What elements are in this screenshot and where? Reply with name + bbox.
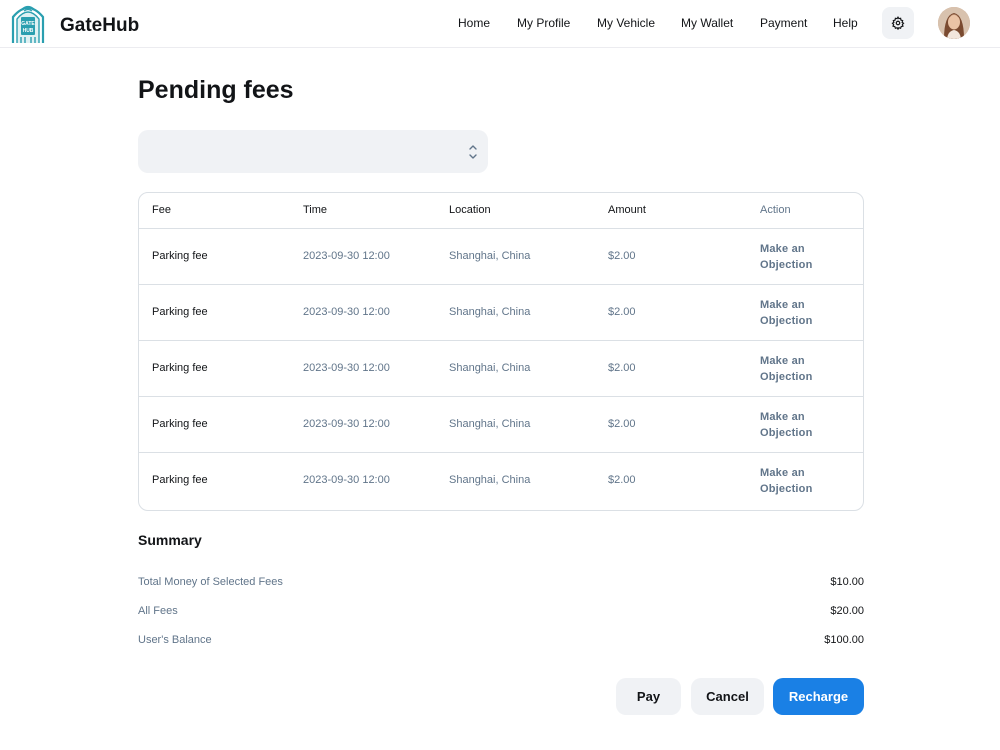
header-fee: Fee — [152, 204, 171, 216]
settings-button[interactable] — [882, 7, 914, 39]
avatar-portrait-icon — [938, 7, 970, 39]
nav-help[interactable]: Help — [833, 16, 858, 30]
cell-fee: Parking fee — [152, 250, 208, 262]
table-header: Fee Time Location Amount Action — [139, 193, 863, 229]
nav-home[interactable]: Home — [458, 16, 490, 30]
cell-location: Shanghai, China — [449, 250, 531, 262]
cell-location: Shanghai, China — [449, 418, 531, 430]
user-avatar[interactable] — [938, 7, 970, 39]
make-objection-link[interactable]: Make an Objection — [760, 297, 830, 329]
table-row: Parking fee 2023-09-30 12:00 Shanghai, C… — [139, 341, 863, 397]
nav-payment[interactable]: Payment — [760, 16, 807, 30]
header-time: Time — [303, 204, 328, 216]
summary-row-user-balance: User's Balance $100.00 — [138, 634, 864, 652]
cell-fee: Parking fee — [152, 474, 208, 486]
top-header: GATE HUB GateHub Home My Profile My Vehi… — [0, 0, 1000, 48]
cell-location: Shanghai, China — [449, 362, 531, 374]
table-row: Parking fee 2023-09-30 12:00 Shanghai, C… — [139, 397, 863, 453]
pay-button[interactable]: Pay — [616, 678, 681, 715]
cell-amount: $2.00 — [608, 418, 636, 430]
make-objection-link[interactable]: Make an Objection — [760, 465, 830, 497]
cell-fee: Parking fee — [152, 306, 208, 318]
summary-label: Total Money of Selected Fees — [138, 576, 283, 588]
cell-time: 2023-09-30 12:00 — [303, 418, 390, 430]
make-objection-link[interactable]: Make an Objection — [760, 409, 830, 441]
cell-location: Shanghai, China — [449, 306, 531, 318]
summary-value: $20.00 — [830, 605, 864, 617]
nav-my-vehicle[interactable]: My Vehicle — [597, 16, 655, 30]
header-action: Action — [760, 204, 791, 216]
fee-filter-select[interactable] — [138, 130, 488, 173]
cell-amount: $2.00 — [608, 474, 636, 486]
cell-time: 2023-09-30 12:00 — [303, 362, 390, 374]
cell-location: Shanghai, China — [449, 474, 531, 486]
cell-amount: $2.00 — [608, 250, 636, 262]
make-objection-link[interactable]: Make an Objection — [760, 241, 830, 273]
nav-my-profile[interactable]: My Profile — [517, 16, 570, 30]
summary-value: $10.00 — [830, 576, 864, 588]
table-row: Parking fee 2023-09-30 12:00 Shanghai, C… — [139, 453, 863, 509]
cell-amount: $2.00 — [608, 306, 636, 318]
cell-time: 2023-09-30 12:00 — [303, 250, 390, 262]
pending-fees-table: Fee Time Location Amount Action Parking … — [138, 192, 864, 511]
cell-time: 2023-09-30 12:00 — [303, 306, 390, 318]
table-row: Parking fee 2023-09-30 12:00 Shanghai, C… — [139, 229, 863, 285]
make-objection-link[interactable]: Make an Objection — [760, 353, 830, 385]
summary-label: All Fees — [138, 605, 178, 617]
cell-fee: Parking fee — [152, 418, 208, 430]
summary-row-selected-total: Total Money of Selected Fees $10.00 — [138, 576, 864, 594]
chevron-up-down-icon — [469, 145, 477, 159]
cell-fee: Parking fee — [152, 362, 208, 374]
nav-my-wallet[interactable]: My Wallet — [681, 16, 733, 30]
header-amount: Amount — [608, 204, 646, 216]
gear-icon — [891, 16, 905, 30]
svg-text:HUB: HUB — [23, 28, 34, 34]
cancel-button[interactable]: Cancel — [691, 678, 764, 715]
recharge-button[interactable]: Recharge — [773, 678, 864, 715]
summary-title: Summary — [138, 532, 202, 548]
summary-label: User's Balance — [138, 634, 212, 646]
header-location: Location — [449, 204, 491, 216]
table-row: Parking fee 2023-09-30 12:00 Shanghai, C… — [139, 285, 863, 341]
cell-amount: $2.00 — [608, 362, 636, 374]
summary-row-all-fees: All Fees $20.00 — [138, 605, 864, 623]
svg-text:GATE: GATE — [21, 21, 35, 27]
gatehub-logo-icon[interactable]: GATE HUB — [10, 3, 46, 45]
page-title: Pending fees — [138, 76, 294, 104]
summary-value: $100.00 — [824, 634, 864, 646]
cell-time: 2023-09-30 12:00 — [303, 474, 390, 486]
brand-name[interactable]: GateHub — [60, 15, 139, 37]
